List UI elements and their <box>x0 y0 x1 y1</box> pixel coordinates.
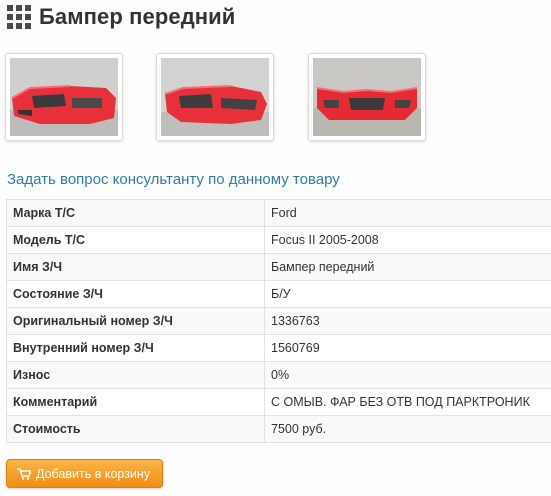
table-row: Стоимость 7500 руб. <box>6 415 551 443</box>
photo-thumbnail-1[interactable] <box>5 53 123 141</box>
page-title: Бампер передний <box>39 4 236 29</box>
add-to-cart-label: Добавить в корзину <box>36 466 151 481</box>
ask-consultant-link[interactable]: Задать вопрос консультанту по данному то… <box>7 171 340 188</box>
table-row: Износ 0% <box>6 361 551 389</box>
spec-value: 1336763 <box>264 307 551 335</box>
table-row: Состояние З/Ч Б/У <box>6 280 551 308</box>
spec-key: Стоимость <box>6 415 265 443</box>
bumper-photo-icon <box>313 58 421 136</box>
table-row: Внутренний номер З/Ч 1560769 <box>6 334 551 362</box>
spec-key: Модель Т/С <box>6 226 265 254</box>
specs-table: Марка Т/С Ford Модель Т/С Focus II 2005-… <box>6 199 551 443</box>
spec-key: Марка Т/С <box>6 199 265 227</box>
spec-value: 1560769 <box>264 334 551 362</box>
table-row: Оригинальный номер З/Ч 1336763 <box>6 307 551 335</box>
bumper-photo-icon <box>161 58 269 136</box>
spec-value: Бампер передний <box>264 253 551 281</box>
cart-icon <box>17 467 31 480</box>
spec-key: Имя З/Ч <box>6 253 265 281</box>
table-row: Марка Т/С Ford <box>6 199 551 227</box>
table-row: Имя З/Ч Бампер передний <box>6 253 551 281</box>
spec-value: Ford <box>264 199 551 227</box>
photo-gallery <box>5 53 459 141</box>
spec-key: Внутренний номер З/Ч <box>6 334 265 362</box>
spec-key: Оригинальный номер З/Ч <box>6 307 265 335</box>
spec-key: Состояние З/Ч <box>6 280 265 308</box>
table-row: Модель Т/С Focus II 2005-2008 <box>6 226 551 254</box>
spec-key: Износ <box>6 361 265 389</box>
photo-thumbnail-2[interactable] <box>156 53 274 141</box>
photo-thumbnail-3[interactable] <box>308 53 426 141</box>
spec-value: Focus II 2005-2008 <box>264 226 551 254</box>
spec-value: С ОМЫВ. ФАР БЕЗ ОТВ ПОД ПАРКТРОНИК <box>264 388 551 416</box>
spec-value: 0% <box>264 361 551 389</box>
bumper-photo-icon <box>10 58 118 136</box>
spec-value: Б/У <box>264 280 551 308</box>
table-row: Комментарий С ОМЫВ. ФАР БЕЗ ОТВ ПОД ПАРК… <box>6 388 551 416</box>
grid-icon <box>7 5 31 29</box>
add-to-cart-button[interactable]: Добавить в корзину <box>6 459 164 488</box>
spec-value: 7500 руб. <box>264 415 551 443</box>
page-header: Бампер передний <box>7 4 235 30</box>
spec-key: Комментарий <box>6 388 265 416</box>
